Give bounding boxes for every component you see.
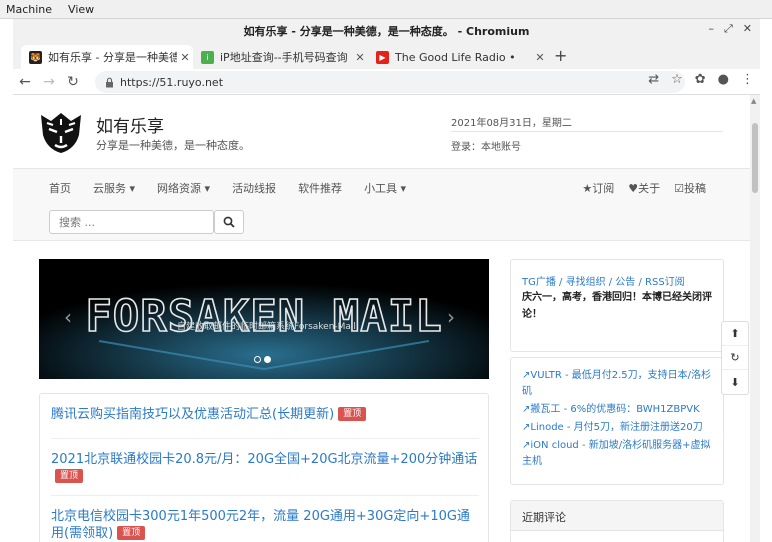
tab-ruyo[interactable]: 🐯 如有乐享 - 分享是一种美德 ✕	[21, 45, 193, 69]
scroll-down-icon[interactable]: ⬇	[722, 370, 748, 394]
header-divider	[451, 131, 723, 132]
address-bar[interactable]: https://51.ruyo.net	[95, 71, 685, 93]
carousel-title-art: FORSAKEN MAIL	[85, 291, 442, 342]
maximize-icon[interactable]: ⤢	[724, 22, 733, 36]
tab-close-icon[interactable]: ✕	[177, 51, 193, 64]
tab-strip: 🐯 如有乐享 - 分享是一种美德 ✕ i iP地址查询--手机号码查询 ✕ ▶ …	[13, 42, 760, 69]
nav-software[interactable]: 软件推荐	[298, 180, 342, 196]
nav-about[interactable]: ♥关于	[628, 180, 660, 196]
promo-link-vultr[interactable]: ↗VULTR - 最低月付2.5刀，支持日本/洛杉矶	[522, 368, 718, 400]
divider	[51, 438, 479, 439]
carousel-indicators	[254, 356, 271, 363]
new-tab-icon[interactable]: +	[554, 46, 567, 65]
tab-close-icon[interactable]: ✕	[352, 51, 368, 64]
forward-icon[interactable]: →	[37, 74, 61, 90]
star-icon[interactable]: ☆	[671, 72, 683, 87]
recent-comments-panel: 近期评论	[510, 500, 724, 542]
os-menu-bar: Machine View	[0, 0, 772, 19]
promo-link-bandwagon[interactable]: ↗搬瓦工 - 6%的优惠码：BWH1ZBPVK	[522, 402, 718, 418]
menu-machine[interactable]: Machine	[6, 3, 52, 16]
tab-close-icon[interactable]: ✕	[532, 51, 548, 64]
tab-ip-lookup[interactable]: i iP地址查询--手机号码查询 ✕	[193, 45, 368, 69]
carousel-dot-active[interactable]	[264, 356, 271, 363]
refresh-icon[interactable]: ↻	[722, 346, 748, 370]
carousel-next-icon[interactable]: ›	[447, 305, 455, 329]
recent-comments-heading: 近期评论	[511, 501, 723, 531]
pinned-badge: 置顶	[338, 407, 367, 421]
post-title[interactable]: 腾讯云购买指南技巧以及优惠活动汇总(长期更新)	[51, 407, 334, 422]
promo-panel: ↗VULTR - 最低月付2.5刀，支持日本/洛杉矶 ↗搬瓦工 - 6%的优惠码…	[510, 357, 724, 485]
carousel-prev-icon[interactable]: ‹	[64, 305, 72, 329]
scroll-arrow-up-icon[interactable]: ▲	[751, 97, 756, 105]
search-button[interactable]	[214, 210, 244, 234]
nav-tools[interactable]: 小工具 ▾	[364, 180, 406, 196]
featured-carousel[interactable]: FORSAKEN MAIL 自建收取邮件的临时邮箱系统Forsaken-Mail…	[39, 259, 489, 379]
list-item[interactable]: 北京电信校园卡300元1年500元2年，流量 20G通用+30G定向+10G通用…	[51, 508, 481, 542]
scrollbar-thumb[interactable]	[752, 123, 758, 193]
minimize-icon[interactable]: –	[708, 22, 714, 36]
list-item[interactable]: 2021北京联通校园卡20.8元/月：20G全国+20G北京流量+200分钟通话…	[51, 451, 481, 485]
close-window-icon[interactable]: ✕	[743, 22, 752, 36]
announcement-links[interactable]: TG广播 / 寻找组织 / 公告 / RSS订阅	[522, 273, 685, 288]
ip-favicon-icon: i	[201, 50, 214, 64]
scroll-up-icon[interactable]: ⬆	[722, 322, 748, 346]
url-text: https://51.ruyo.net	[120, 75, 224, 89]
nav-network-resources[interactable]: 网络资源 ▾	[157, 180, 210, 196]
search-input[interactable]	[49, 210, 214, 234]
page-scrollbar[interactable]: ▲	[750, 95, 760, 542]
announcement-panel: TG广播 / 寻找组织 / 公告 / RSS订阅 庆六一，高考，香港回归！本博已…	[510, 259, 724, 352]
tiger-logo-icon	[41, 113, 81, 153]
carousel-caption[interactable]: 自建收取邮件的临时邮箱系统Forsaken-Mail	[177, 319, 356, 332]
window-titlebar: 如有乐享 - 分享是一种美德，是一种态度。 - Chromium – ⤢ ✕	[13, 19, 760, 42]
nav-home[interactable]: 首页	[49, 180, 71, 196]
floating-toolbar: ⬆ ↻ ⬇	[721, 321, 749, 395]
translate-icon[interactable]: ⇄	[648, 72, 659, 87]
login-status[interactable]: 登录：本地账号	[451, 138, 521, 153]
nav-submit[interactable]: ☑投稿	[674, 180, 706, 196]
nav-cloud-services[interactable]: 云服务 ▾	[93, 180, 135, 196]
window-title: 如有乐享 - 分享是一种美德，是一种态度。 - Chromium	[243, 24, 530, 38]
announcement-notice: 庆六一，高考，香港回归！本博已经关闭评论！	[522, 292, 712, 320]
site-header: 如有乐享 分享是一种美德，是一种态度。 2021年08月31日，星期二 登录：本…	[13, 95, 750, 165]
nav-subscribe[interactable]: ★订阅	[582, 180, 614, 196]
lock-icon	[106, 77, 113, 87]
tiger-favicon-icon: 🐯	[29, 50, 42, 64]
page-viewport: 如有乐享 分享是一种美德，是一种态度。 2021年08月31日，星期二 登录：本…	[13, 95, 750, 542]
site-navbar: 首页 云服务 ▾ 网络资源 ▾ 活动线报 软件推荐 小工具 ▾ ★订阅 ♥关于 …	[13, 168, 750, 241]
promo-link-ion-cloud[interactable]: ↗iON cloud - 新加坡/洛杉矶服务器+虚拟主机	[522, 438, 718, 470]
carousel-dot[interactable]	[254, 356, 261, 363]
site-name[interactable]: 如有乐享	[96, 112, 164, 137]
search-icon	[223, 216, 235, 228]
youtube-favicon-icon: ▶	[376, 50, 389, 64]
nav-deals[interactable]: 活动线报	[232, 180, 276, 196]
list-item[interactable]: 腾讯云购买指南技巧以及优惠活动汇总(长期更新) 置顶	[51, 406, 481, 423]
post-title[interactable]: 北京电信校园卡300元1年500元2年，流量 20G通用+30G定向+10G通用…	[51, 509, 470, 541]
promo-link-linode[interactable]: ↗Linode - 月付5刀，新注册注册送20刀	[522, 420, 718, 436]
account-icon[interactable]: ●	[718, 72, 729, 87]
pinned-badge: 置顶	[55, 469, 84, 483]
menu-icon[interactable]: ⋮	[741, 72, 754, 87]
current-date: 2021年08月31日，星期二	[451, 118, 572, 129]
tab-good-life-radio[interactable]: ▶ The Good Life Radio • ✕	[368, 45, 548, 69]
reload-icon[interactable]: ↻	[61, 74, 85, 90]
site-slogan: 分享是一种美德，是一种态度。	[96, 139, 250, 152]
browser-toolbar: ← → ↻ https://51.ruyo.net ⇄ ☆ ✿ ● ⋮	[13, 69, 760, 95]
sticky-post-list: 腾讯云购买指南技巧以及优惠活动汇总(长期更新) 置顶 2021北京联通校园卡20.…	[39, 393, 489, 542]
extension-icon[interactable]: ✿	[695, 72, 706, 87]
pinned-badge: 置顶	[117, 526, 146, 540]
back-icon[interactable]: ←	[13, 74, 37, 90]
divider	[51, 495, 479, 496]
menu-view[interactable]: View	[68, 3, 94, 16]
post-title[interactable]: 2021北京联通校园卡20.8元/月：20G全国+20G北京流量+200分钟通话	[51, 452, 477, 467]
